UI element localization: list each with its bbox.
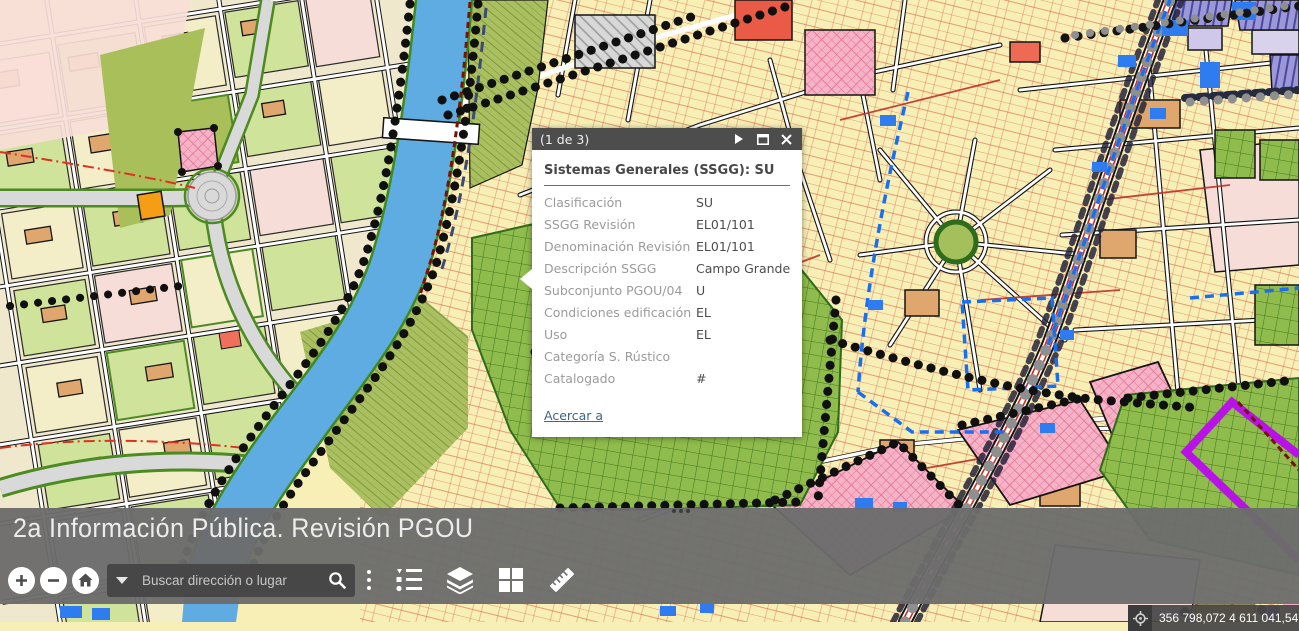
measure-button[interactable]: [547, 565, 577, 595]
feature-popup: (1 de 3) Sistemas Generales (SSGG): SU C…: [532, 128, 802, 437]
plaza-circle: [936, 222, 976, 262]
field-value: U: [696, 280, 705, 302]
attribution-toggle-icon[interactable]: [672, 509, 690, 513]
layers-button[interactable]: [445, 565, 475, 595]
popup-divider: [544, 185, 790, 186]
field-label: Subconjunto PGOU/04: [544, 280, 696, 302]
field-row: Categoría S. Rústico: [544, 346, 790, 368]
field-row: ClasificaciónSU: [544, 192, 790, 214]
field-row: Condiciones edificaciónEL: [544, 302, 790, 324]
coordinate-readout: 356 798,072 4 611 041,54: [1159, 611, 1298, 625]
popup-body: Sistemas Generales (SSGG): SU Clasificac…: [532, 150, 802, 437]
maximize-icon: [757, 134, 769, 145]
field-value: EL: [696, 302, 711, 324]
field-row: SSGG RevisiónEL01/101: [544, 214, 790, 236]
popup-title: Sistemas Generales (SSGG): SU: [544, 158, 790, 185]
basemap-grid-icon: [498, 567, 524, 593]
search-more-menu[interactable]: [365, 565, 373, 594]
field-label: Uso: [544, 324, 696, 346]
popup-header: (1 de 3): [532, 128, 802, 150]
field-label: Clasificación: [544, 192, 696, 214]
search-box: [107, 564, 355, 597]
field-value: EL01/101: [696, 214, 755, 236]
search-input[interactable]: [140, 572, 322, 589]
plus-icon: [15, 574, 28, 587]
field-value: EL01/101: [696, 236, 755, 258]
field-value: EL: [696, 324, 711, 346]
maximize-button[interactable]: [755, 132, 770, 147]
legend-button[interactable]: [394, 565, 424, 595]
coordinate-widget: 356 798,072 4 611 041,54: [1128, 605, 1299, 631]
ruler-icon: [547, 565, 577, 595]
play-next-icon: [734, 134, 744, 144]
field-row: UsoEL: [544, 324, 790, 346]
popup-pager: (1 de 3): [540, 132, 722, 147]
field-value: #: [696, 368, 706, 390]
layers-icon: [445, 566, 475, 594]
field-label: Condiciones edificación: [544, 302, 696, 324]
zoom-out-button[interactable]: [40, 567, 67, 594]
toolbar-controls: [8, 563, 577, 597]
crosshair-icon[interactable]: [1128, 605, 1152, 631]
field-label: Denominación Revisión: [544, 236, 696, 258]
field-row: Subconjunto PGOU/04U: [544, 280, 790, 302]
basemap-gallery-button[interactable]: [496, 565, 526, 595]
field-row: Denominación RevisiónEL01/101: [544, 236, 790, 258]
zoom-in-button[interactable]: [8, 567, 35, 594]
map-viewer-app: { "popup": { "pager": "(1 de 3)", "title…: [0, 0, 1299, 622]
field-value: SU: [696, 192, 713, 214]
bottom-toolbar: 2a Información Pública. Revisión PGOU: [0, 508, 1299, 604]
field-label: SSGG Revisión: [544, 214, 696, 236]
field-label: Descripción SSGG: [544, 258, 696, 280]
legend-icon: [395, 567, 423, 593]
field-label: Categoría S. Rústico: [544, 346, 696, 368]
close-icon: [781, 134, 792, 145]
field-value: Campo Grande: [696, 258, 790, 280]
field-label: Catalogado: [544, 368, 696, 390]
search-icon[interactable]: [328, 571, 346, 589]
minus-icon: [47, 574, 60, 587]
close-button[interactable]: [779, 132, 794, 147]
app-title: 2a Información Pública. Revisión PGOU: [13, 513, 473, 544]
search-source-dropdown[interactable]: [116, 577, 128, 584]
popup-pointer: [520, 269, 532, 289]
zoom-to-link[interactable]: Acercar a: [544, 408, 603, 423]
field-row: Catalogado#: [544, 368, 790, 390]
home-icon: [78, 573, 93, 587]
home-button[interactable]: [72, 567, 99, 594]
field-row: Descripción SSGGCampo Grande: [544, 258, 790, 280]
next-feature-button[interactable]: [731, 132, 746, 147]
